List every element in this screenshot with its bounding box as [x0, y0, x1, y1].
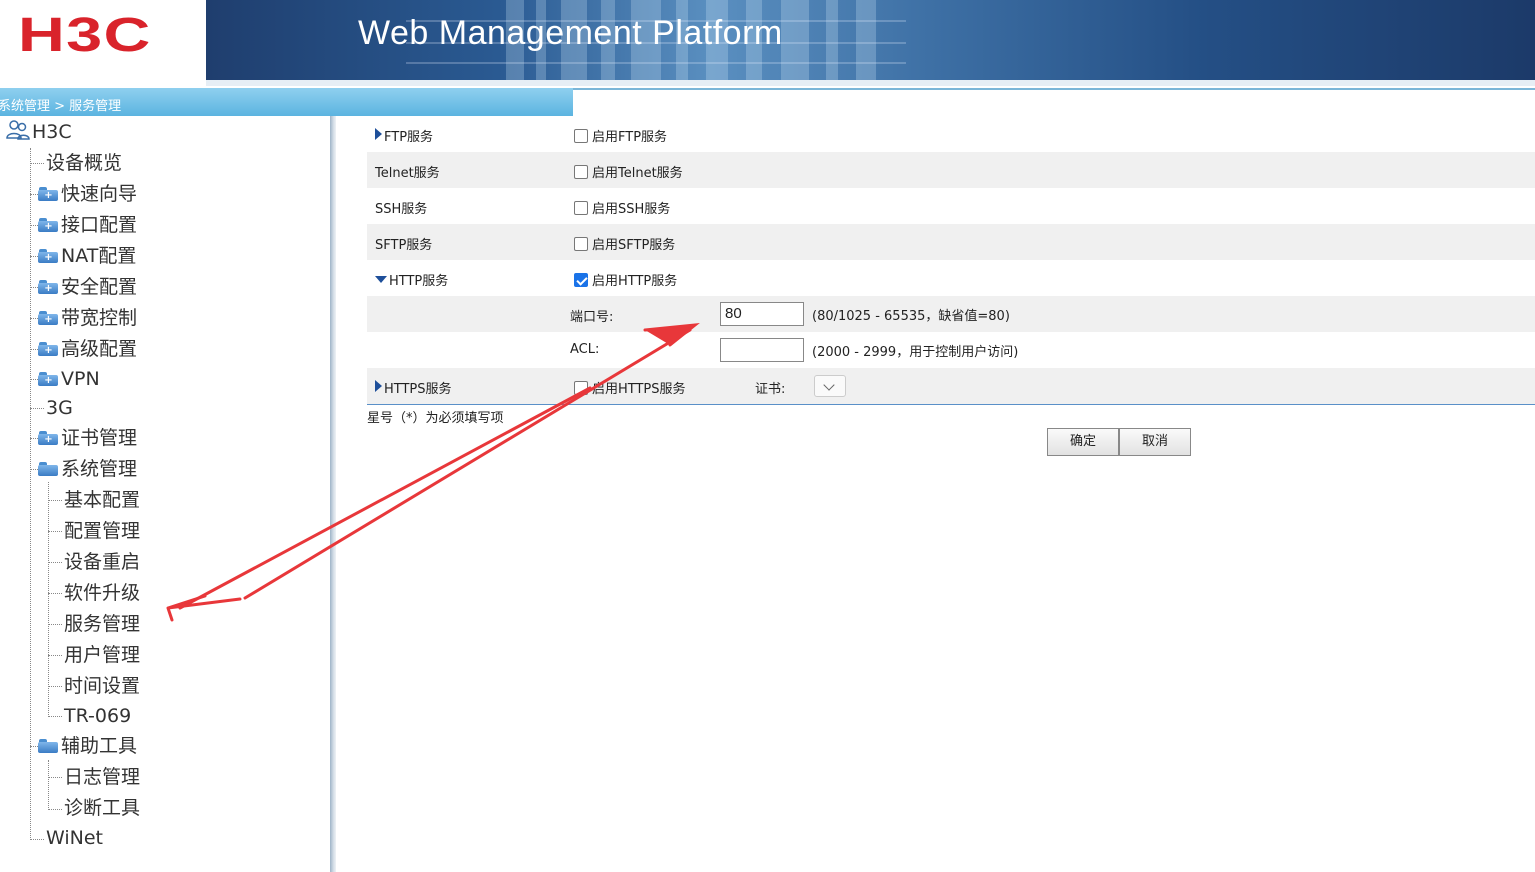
- sidebar-item-device-overview[interactable]: 设备概览: [46, 149, 122, 177]
- http-port-hint: (80/1025 - 65535，缺省值=80): [812, 309, 1010, 324]
- http-row: HTTP服务 启用HTTP服务: [367, 260, 1535, 296]
- https-cert-select[interactable]: [814, 375, 846, 397]
- sidebar-item-config-management[interactable]: 配置管理: [64, 517, 140, 545]
- folder-plus-icon: +: [38, 311, 58, 325]
- sidebar-splitter[interactable]: [330, 116, 336, 872]
- http-port-input[interactable]: 80: [720, 302, 804, 326]
- ftp-row: FTP服务 启用FTP服务: [367, 116, 1535, 152]
- https-row: HTTPS服务 启用HTTPS服务 证书:: [367, 368, 1535, 404]
- http-section-toggle[interactable]: HTTP服务: [375, 270, 448, 289]
- telnet-enable-checkbox[interactable]: [574, 165, 588, 179]
- banner-title: Web Management Platform: [358, 14, 783, 52]
- header: H3C Web Management Platform: [0, 0, 1535, 86]
- sidebar-item-quick-wizard[interactable]: + 快速向导: [38, 180, 137, 208]
- folder-open-icon: [38, 739, 58, 753]
- h3c-logo: H3C: [18, 9, 152, 62]
- sidebar-item-cert-management[interactable]: + 证书管理: [38, 424, 137, 452]
- https-enable-option[interactable]: 启用HTTPS服务: [574, 378, 686, 397]
- http-enable-checkbox[interactable]: [574, 273, 588, 287]
- folder-open-icon: [38, 462, 58, 476]
- sidebar-item-aux-tools[interactable]: 辅助工具: [38, 732, 137, 760]
- sidebar-item-user-management[interactable]: 用户管理: [64, 641, 140, 669]
- sftp-enable-option[interactable]: 启用SFTP服务: [574, 234, 675, 253]
- folder-plus-icon: +: [38, 218, 58, 232]
- cancel-button[interactable]: 取消: [1119, 428, 1191, 456]
- folder-plus-icon: +: [38, 342, 58, 356]
- sidebar-item-tr069[interactable]: TR-069: [64, 702, 131, 730]
- sftp-label: SFTP服务: [375, 238, 433, 253]
- telnet-label: Telnet服务: [375, 166, 440, 181]
- http-acl-row: ACL: (2000 - 2999，用于控制用户访问): [367, 332, 1535, 368]
- ok-button[interactable]: 确定: [1047, 428, 1119, 456]
- sidebar-item-3g[interactable]: 3G: [46, 394, 73, 422]
- chevron-down-icon: [823, 379, 835, 391]
- users-icon: [6, 120, 30, 140]
- sidebar-nav-tree: H3C 设备概览 + 快速向导 + 接口配置 + NAT配置 + 安全配置 + 带宽控制 …: [0, 116, 331, 872]
- form-divider: [367, 404, 1535, 405]
- ssh-enable-option[interactable]: 启用SSH服务: [574, 198, 670, 217]
- sftp-enable-checkbox[interactable]: [574, 237, 588, 251]
- ftp-section-toggle[interactable]: FTP服务: [375, 126, 433, 145]
- ftp-enable-option[interactable]: 启用FTP服务: [574, 126, 667, 145]
- sidebar-item-service-management[interactable]: 服务管理: [64, 610, 140, 638]
- http-port-label: 端口号:: [570, 310, 614, 325]
- collapse-triangle-icon: [375, 276, 387, 283]
- folder-plus-icon: +: [38, 280, 58, 294]
- sidebar-item-basic-config[interactable]: 基本配置: [64, 486, 140, 514]
- http-enable-option[interactable]: 启用HTTP服务: [574, 270, 677, 289]
- telnet-row: Telnet服务 启用Telnet服务: [367, 152, 1535, 188]
- breadcrumb: 系统管理 > 服务管理: [0, 99, 122, 114]
- folder-plus-icon: +: [38, 372, 58, 386]
- logo-area: H3C: [0, 0, 206, 84]
- breadcrumb-bar: 系统管理 > 服务管理: [0, 88, 573, 116]
- sidebar-item-nat-config[interactable]: + NAT配置: [38, 242, 136, 270]
- http-acl-input[interactable]: [720, 338, 804, 362]
- sftp-row: SFTP服务 启用SFTP服务: [367, 224, 1535, 260]
- https-enable-checkbox[interactable]: [574, 381, 588, 395]
- ssh-enable-checkbox[interactable]: [574, 201, 588, 215]
- sidebar-root-label: H3C: [32, 121, 72, 143]
- sidebar-root-h3c[interactable]: H3C: [6, 118, 72, 146]
- https-cert-label: 证书:: [755, 382, 786, 397]
- sidebar-item-bandwidth-control[interactable]: + 带宽控制: [38, 304, 137, 332]
- folder-plus-icon: +: [38, 249, 58, 263]
- sidebar-item-log-management[interactable]: 日志管理: [64, 763, 140, 791]
- folder-plus-icon: +: [38, 187, 58, 201]
- ftp-enable-checkbox[interactable]: [574, 129, 588, 143]
- sidebar-item-time-settings[interactable]: 时间设置: [64, 672, 140, 700]
- expand-triangle-icon: [375, 128, 382, 140]
- banner-divider: [206, 80, 1535, 86]
- sidebar-item-vpn[interactable]: + VPN: [38, 365, 100, 393]
- telnet-enable-option[interactable]: 启用Telnet服务: [574, 162, 683, 181]
- sidebar-item-winet[interactable]: WiNet: [46, 824, 103, 852]
- sidebar-item-system-management[interactable]: 系统管理: [38, 455, 137, 483]
- http-acl-label: ACL:: [570, 342, 600, 357]
- sidebar-item-interface-config[interactable]: + 接口配置: [38, 211, 137, 239]
- http-acl-hint: (2000 - 2999，用于控制用户访问): [812, 345, 1019, 360]
- sidebar-item-diagnostic-tools[interactable]: 诊断工具: [64, 794, 140, 822]
- ssh-row: SSH服务 启用SSH服务: [367, 188, 1535, 224]
- folder-plus-icon: +: [38, 431, 58, 445]
- breadcrumb-divider: [573, 88, 1535, 90]
- sidebar-item-device-reboot[interactable]: 设备重启: [64, 548, 140, 576]
- ssh-label: SSH服务: [375, 202, 428, 217]
- https-section-toggle[interactable]: HTTPS服务: [375, 378, 452, 397]
- sidebar-item-software-upgrade[interactable]: 软件升级: [64, 579, 140, 607]
- http-port-row: 端口号: 80 (80/1025 - 65535，缺省值=80): [367, 296, 1535, 332]
- sidebar-item-security-config[interactable]: + 安全配置: [38, 273, 137, 301]
- sidebar-item-advanced-config[interactable]: + 高级配置: [38, 335, 137, 363]
- service-management-panel: FTP服务 启用FTP服务 Telnet服务 启用Telnet服务 SSH服务 …: [367, 116, 1535, 872]
- expand-triangle-icon: [375, 380, 382, 392]
- required-field-note: 星号（*）为必须填写项: [367, 411, 504, 426]
- header-banner: Web Management Platform: [206, 0, 1535, 80]
